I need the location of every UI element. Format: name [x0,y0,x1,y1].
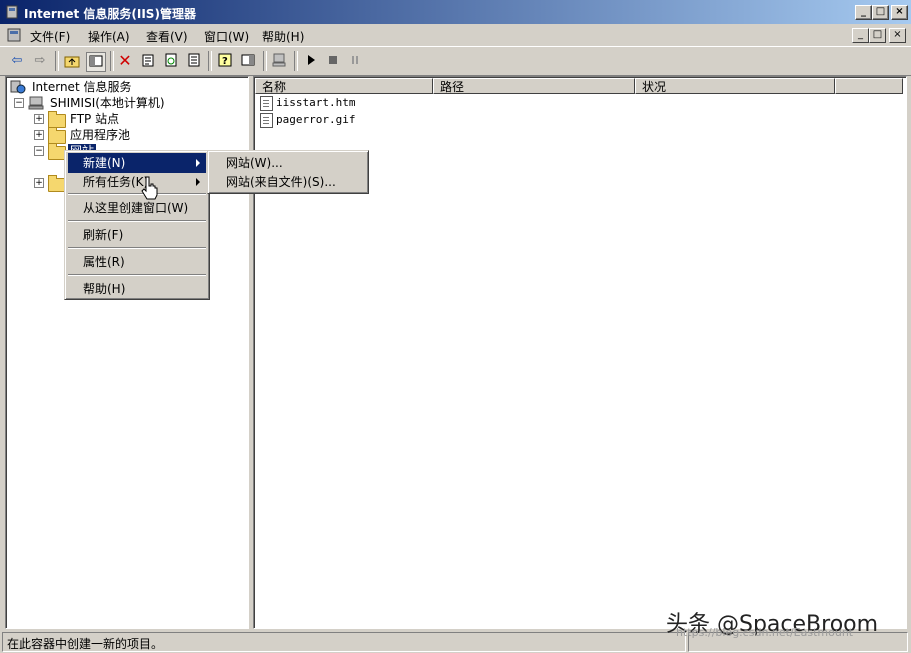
expand-icon[interactable]: + [34,130,44,140]
tree-item-label: FTP 站点 [70,112,120,126]
mmc-document-icon[interactable] [7,28,21,42]
file-name: pagerror.gif [276,113,356,126]
maximize-button[interactable]: □ [872,5,889,20]
menu-separator [68,220,206,222]
action-pane-icon[interactable] [239,52,257,70]
stop-icon[interactable] [324,52,342,70]
child-restore-button[interactable]: □ [869,28,886,43]
iis-app-icon [6,4,20,20]
folder-icon [48,111,66,128]
show-hide-tree-icon[interactable] [86,52,106,72]
toolbar-separator [294,51,298,71]
help-icon[interactable]: ? [216,52,234,70]
status-text: 在此容器中创建一新的项目。 [7,637,164,651]
collapse-icon[interactable]: − [14,98,24,108]
ctx-item-label: 所有任务(K) [83,175,149,189]
menu-separator [68,193,206,195]
svg-text:?: ? [222,56,228,67]
menu-file[interactable]: 文件(F) [30,28,70,45]
submenu-arrow-icon [196,178,200,186]
toolbar-separator [55,51,59,71]
file-icon [260,113,273,128]
menu-separator [68,274,206,276]
iis-root-icon [10,80,26,94]
menu-window[interactable]: 窗口(W) [204,28,249,45]
close-button[interactable]: × [891,5,908,20]
toolbar: ⇦ ⇨ ✕ ? [0,46,911,76]
toolbar-separator [263,51,267,71]
watermark-url: https://blog.csdn.net/Eastmount [676,626,854,639]
minimize-button[interactable]: _ [855,5,872,20]
start-icon[interactable] [302,52,320,70]
menu-action[interactable]: 操作(A) [88,28,130,45]
status-cell: 在此容器中创建一新的项目。 [2,632,686,652]
forward-arrow-icon[interactable]: ⇨ [31,52,49,70]
toolbar-separator [208,51,212,71]
up-level-icon[interactable] [63,52,81,70]
collapse-icon[interactable]: − [34,146,44,156]
submenu-item-website-from-file[interactable]: 网站(来自文件)(S)... [211,172,365,192]
submenu-item-website[interactable]: 网站(W)... [211,153,365,173]
column-header-path[interactable]: 路径 [433,78,635,94]
ctx-item-properties[interactable]: 属性(R) [68,252,206,272]
submenu-arrow-icon [196,159,200,167]
submenu: 网站(W)... 网站(来自文件)(S)... [207,150,369,194]
title-bar[interactable]: Internet 信息服务(IIS)管理器 _ □ × [0,0,911,24]
ctx-item-new[interactable]: 新建(N) [68,153,206,173]
ctx-item-help[interactable]: 帮助(H) [68,279,206,299]
child-close-button[interactable]: × [889,28,906,43]
column-header-name[interactable]: 名称 [255,78,433,94]
tree-item-label: 应用程序池 [70,128,131,142]
delete-icon[interactable]: ✕ [116,52,134,70]
ctx-item-new-window[interactable]: 从这里创建窗口(W) [68,198,206,218]
column-header-status[interactable]: 状况 [635,78,835,94]
menu-view[interactable]: 查看(V) [146,28,188,45]
properties-icon[interactable] [139,52,157,70]
context-menu: 新建(N) 所有任务(K) 从这里创建窗口(W) 刷新(F) 属性(R) 帮助(… [64,150,210,300]
ctx-item-all-tasks[interactable]: 所有任务(K) [68,172,206,192]
column-header-empty [835,78,903,94]
toolbar-separator [110,51,114,71]
ctx-item-refresh[interactable]: 刷新(F) [68,225,206,245]
tree-item-label: Internet 信息服务 [32,80,132,94]
expand-icon[interactable]: + [34,178,44,188]
export-list-icon[interactable] [185,52,203,70]
ctx-item-label: 新建(N) [83,156,126,170]
expand-icon[interactable]: + [34,114,44,124]
menu-help[interactable]: 帮助(H) [262,28,304,45]
computer-icon[interactable] [270,52,288,70]
refresh-icon[interactable] [162,52,180,70]
hand-cursor-icon [140,175,160,201]
menu-separator [68,247,206,249]
file-icon [260,96,273,111]
computer-icon [28,96,44,110]
menu-bar: 文件(F) 操作(A) 查看(V) 窗口(W) 帮助(H) [0,24,911,46]
back-arrow-icon[interactable]: ⇦ [8,52,26,70]
window-title: Internet 信息服务(IIS)管理器 [24,7,196,21]
child-minimize-button[interactable]: _ [852,28,869,43]
file-name: iisstart.htm [276,96,356,109]
folder-icon [48,127,66,144]
tree-item-label: SHIMISI(本地计算机) [50,96,165,110]
pause-icon[interactable] [346,52,364,70]
